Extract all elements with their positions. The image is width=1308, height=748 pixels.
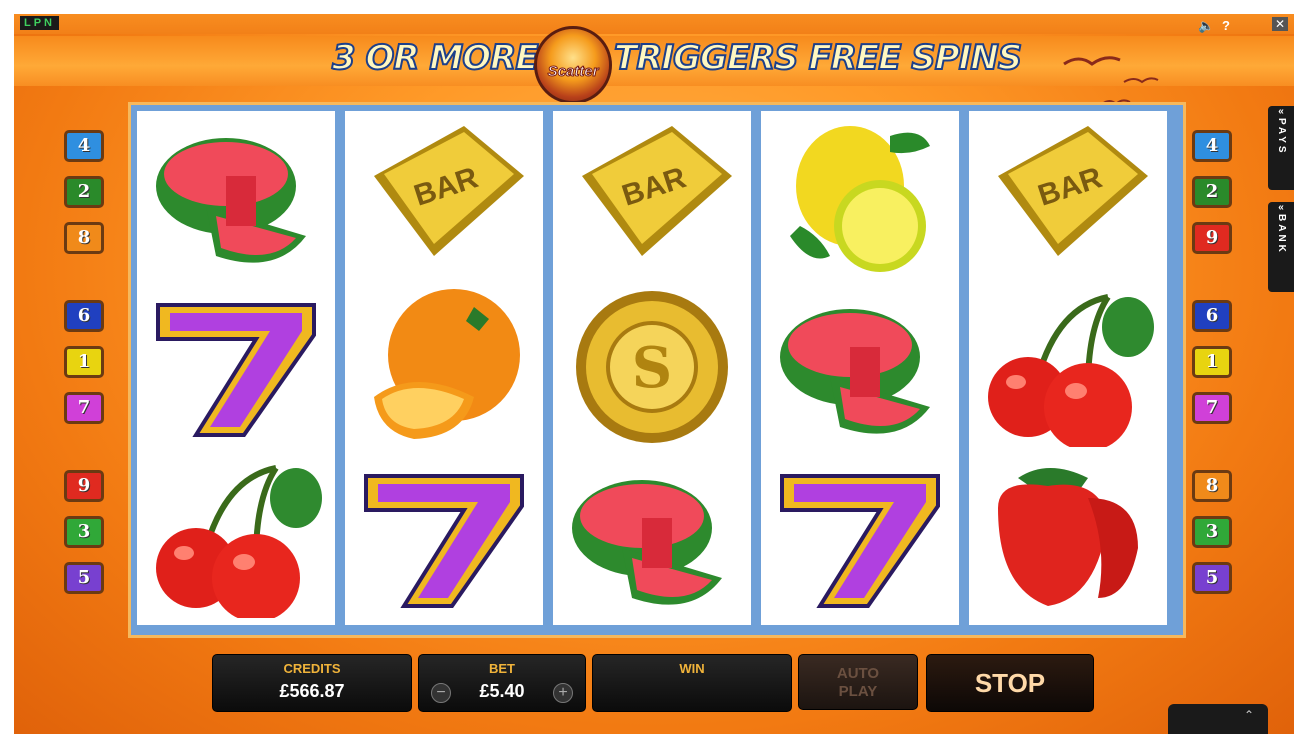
autoplay-label-1: AUTO (836, 665, 880, 682)
reel-5: BAR (969, 111, 1167, 625)
speaker-icon[interactable]: 🔈 (1198, 18, 1214, 34)
reel-1 (137, 111, 335, 625)
payline-button-7[interactable]: 7 (64, 392, 104, 424)
credits-label: CREDITS (283, 661, 341, 676)
win-label: WIN (679, 661, 705, 676)
symbol-bar: BAR (345, 111, 543, 282)
bet-increase-button[interactable]: + (553, 683, 573, 703)
bet-label: BET (489, 661, 515, 676)
symbol-orange (345, 282, 543, 453)
reel-2: BAR (345, 111, 543, 625)
scatter-label: Scatter (547, 63, 599, 81)
symbol-strawberry (969, 453, 1167, 624)
payline-button-7[interactable]: 7 (1192, 392, 1232, 424)
bank-tab-label: BANK (1276, 214, 1287, 255)
payline-button-8[interactable]: 8 (64, 222, 104, 254)
win-panel: WIN (592, 654, 792, 712)
payline-button-2[interactable]: 2 (64, 176, 104, 208)
symbol-scatter-coin: S (553, 282, 751, 453)
bank-tab[interactable]: « BANK (1268, 202, 1294, 292)
top-bar: LPN 🔈 ? ✕ (14, 14, 1294, 34)
payline-button-1[interactable]: 1 (64, 346, 104, 378)
payline-button-6[interactable]: 6 (64, 300, 104, 332)
bet-panel: BET £5.40 − + (418, 654, 586, 712)
free-spins-banner: 3 OR MORE TRIGGERS FREE SPINS (14, 36, 1294, 106)
payline-button-5[interactable]: 5 (1192, 562, 1232, 594)
scatter-badge: Scatter (534, 26, 612, 104)
symbol-watermelon (761, 282, 959, 453)
payline-button-3[interactable]: 3 (1192, 516, 1232, 548)
svg-text:S: S (632, 335, 672, 401)
payline-button-9[interactable]: 9 (1192, 222, 1232, 254)
chevron-up-icon: ⌃ (1243, 708, 1254, 722)
symbol-seven (761, 453, 959, 624)
pays-tab[interactable]: « PAYS (1268, 106, 1294, 190)
payline-button-4[interactable]: 4 (1192, 130, 1232, 162)
symbol-bar: BAR (553, 111, 751, 282)
pays-tab-label: PAYS (1276, 118, 1287, 156)
symbol-seven (345, 453, 543, 624)
reels-area: BAR BAR S BAR (128, 102, 1186, 638)
payline-button-6[interactable]: 6 (1192, 300, 1232, 332)
reel-4 (761, 111, 959, 625)
reel-3: BAR S (553, 111, 751, 625)
menu-tab[interactable]: ⌃ (1168, 704, 1268, 734)
payline-button-5[interactable]: 5 (64, 562, 104, 594)
bet-decrease-button[interactable]: − (431, 683, 451, 703)
symbol-bar: BAR (969, 111, 1167, 282)
payline-button-2[interactable]: 2 (1192, 176, 1232, 208)
credits-panel: CREDITS £566.87 (212, 654, 412, 712)
payline-button-1[interactable]: 1 (1192, 346, 1232, 378)
game-frame: LPN 🔈 ? ✕ 3 OR MORE TRIGGERS FREE SPINS … (14, 14, 1294, 734)
help-button[interactable]: ? (1222, 18, 1230, 33)
autoplay-button[interactable]: AUTO PLAY (798, 654, 918, 710)
symbol-watermelon (553, 453, 751, 624)
casino-logo: LPN (20, 16, 59, 30)
control-bar: CREDITS £566.87 BET £5.40 − + WIN AUTO P… (14, 654, 1294, 714)
payline-button-3[interactable]: 3 (64, 516, 104, 548)
payline-button-8[interactable]: 8 (1192, 470, 1232, 502)
symbol-cherries (969, 282, 1167, 453)
credits-value: £566.87 (279, 681, 345, 701)
close-button[interactable]: ✕ (1272, 17, 1288, 31)
stop-button[interactable]: STOP (926, 654, 1094, 712)
payline-button-9[interactable]: 9 (64, 470, 104, 502)
banner-right-text: TRIGGERS FREE SPINS (613, 37, 1023, 79)
banner-left-text: 3 OR MORE (331, 37, 540, 79)
payline-button-4[interactable]: 4 (64, 130, 104, 162)
symbol-cherries (137, 453, 335, 624)
symbol-seven (137, 282, 335, 453)
autoplay-label-2: PLAY (838, 683, 878, 700)
symbol-lemon (761, 111, 959, 282)
symbol-watermelon (137, 111, 335, 282)
